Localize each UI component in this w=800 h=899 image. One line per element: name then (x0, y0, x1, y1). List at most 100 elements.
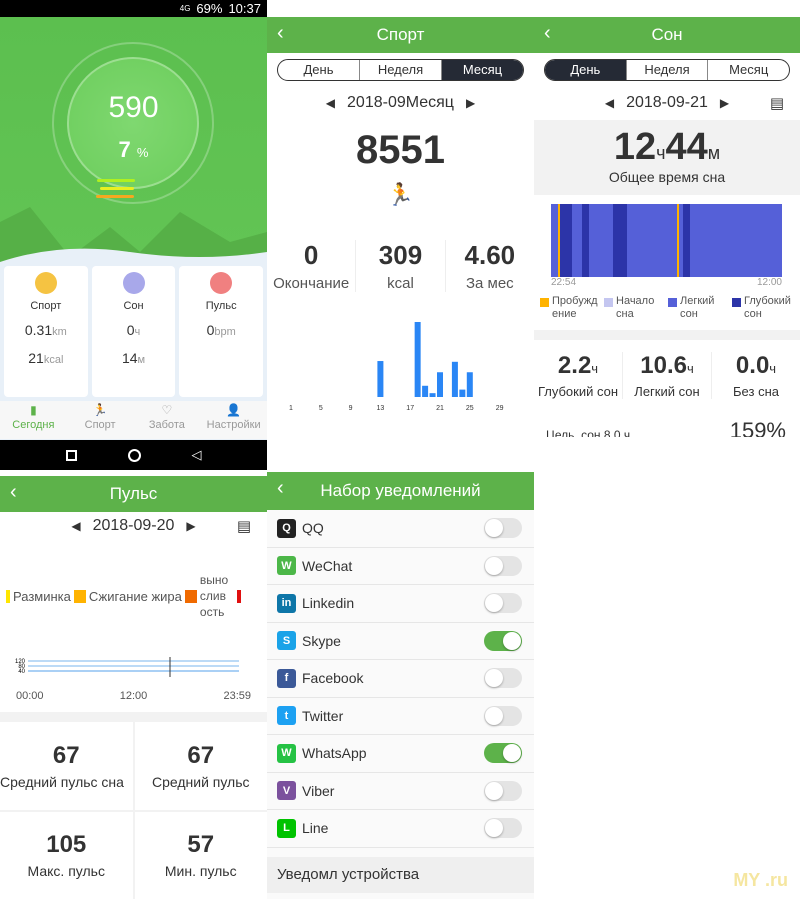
notifications-header: ‹ Набор уведомлений (267, 472, 534, 510)
notification-row-skype: S Skype (267, 622, 534, 660)
sleep-segment-deep (582, 204, 590, 277)
linkedin-icon: in (277, 593, 296, 613)
twitter-icon: t (277, 706, 296, 726)
next-icon[interactable]: ▶ (720, 96, 729, 110)
legend-swatch (668, 298, 677, 307)
back-icon[interactable]: ‹ (277, 477, 284, 500)
x-tick: 00:00 (16, 690, 44, 702)
notification-row-twitter: t Twitter (267, 697, 534, 735)
bar-day-13 (377, 361, 384, 397)
progress-arc (100, 187, 134, 190)
facebook-toggle[interactable] (484, 668, 522, 689)
pulse-screen: ‹ Пульс ◀ 2018-09-20 ▶ ▤ Разминка Сжигание жи… (0, 472, 267, 899)
viber-icon: V (277, 781, 296, 801)
x-tick: 21 (436, 405, 444, 412)
sleep-legend: Пробужд ение Начало сна Легкий сон Глубокий… (540, 295, 796, 321)
card-label: Пульс (205, 300, 237, 312)
skype-toggle[interactable] (484, 630, 522, 651)
next-icon[interactable]: ▶ (466, 96, 475, 110)
nav-item-1[interactable]: 🏃 Спорт (67, 401, 134, 439)
whatsapp-icon: W (277, 743, 296, 763)
line-icon: L (277, 818, 296, 838)
facebook-icon: f (277, 668, 296, 688)
progress-arc (97, 179, 135, 182)
nav-item-0[interactable]: ▮ Сегодня (0, 401, 67, 439)
calendar-icon[interactable]: ▤ (237, 517, 251, 535)
line-toggle[interactable] (484, 818, 522, 839)
wechat-toggle[interactable] (484, 555, 522, 576)
card-2[interactable]: Пульс 0bpm (179, 266, 264, 397)
sleep-timeline (551, 204, 782, 277)
legend-swatch (184, 589, 197, 603)
tab-0[interactable]: День (545, 60, 626, 80)
x-tick: 9 (349, 405, 353, 412)
legend-label: Разминка (13, 588, 71, 604)
prev-icon[interactable]: ◀ (326, 96, 335, 110)
x-tick: 17 (406, 405, 414, 412)
date-selector: ◀ 2018-09-21 ▶ ▤ (604, 94, 784, 112)
twitter-toggle[interactable] (484, 705, 522, 726)
card-label: Спорт (30, 300, 62, 312)
x-tick: 1 (289, 405, 293, 412)
sleep-stat-1: 10.6ч Легкий сон (622, 352, 711, 399)
mountains (0, 207, 267, 262)
notification-row-line: L Line (267, 810, 534, 848)
total-sleep-label: Общее время сна (608, 169, 726, 185)
sleep-segment-deep (613, 204, 628, 277)
sleep-segment-awake (557, 204, 561, 277)
card-0[interactable]: Спорт 0.31km 21kcal (4, 266, 88, 397)
whatsapp-toggle[interactable] (484, 743, 522, 764)
back-icon[interactable]: ‹ (10, 481, 17, 504)
pulse-stats: 67 Средний пульс сна 67 Средний пульс 105 Мак… (0, 722, 267, 899)
tab-0[interactable]: День (278, 60, 359, 80)
legend-item: Начало сна (604, 295, 668, 321)
pulse-x-axis: 00:00 12:00 23:59 (16, 690, 251, 702)
legend-label: Сжигание жира (88, 588, 182, 604)
nav-item-2[interactable]: ♡ Забота (134, 401, 201, 439)
tab-1[interactable]: Неделя (359, 60, 441, 80)
divider (534, 330, 800, 340)
stat-0: 0 Окончание (273, 240, 350, 292)
notification-row-linkedin: in Linkedin (267, 585, 534, 623)
nav-item-3[interactable]: 👤 Настройки (200, 401, 267, 439)
notification-row-wechat: W WeChat (267, 547, 534, 585)
sleep-stats: 2.2ч Глубокий сон 10.6ч Легкий сон 0.0ч Без с… (534, 352, 800, 399)
today-screen: 4G 69% 10:37 590 7 % Спорт 0.31km 21kcal Со… (0, 0, 267, 470)
card-1[interactable]: Сон 0ч 14м (91, 266, 176, 397)
tab-2[interactable]: Месяц (707, 60, 789, 80)
back-icon[interactable]: ‹ (277, 22, 284, 45)
bar-day-23 (451, 361, 458, 397)
pulse-stat-0: 67 Средний пульс сна (0, 722, 133, 810)
sleep-screen: ‹ Сон День Неделя Месяц ◀ 2018-09-21 ▶ ▤ 12ч44… (534, 0, 800, 437)
sleep-goal: Цель. сон 8.0 ч (546, 428, 631, 437)
notifications-screen: ‹ Набор уведомлений Q QQ W WeChat in Linkedin S… (267, 472, 534, 899)
prev-icon[interactable]: ◀ (605, 96, 614, 110)
next-icon[interactable]: ▶ (186, 519, 195, 533)
recents-button[interactable] (65, 449, 77, 461)
divider (0, 712, 267, 722)
legend-swatch (6, 589, 10, 603)
linkedin-toggle[interactable] (484, 593, 522, 614)
stat-2: 4.60 За мес (444, 240, 534, 292)
card-value-1: 0.31km (24, 322, 67, 338)
home-button[interactable] (127, 448, 141, 462)
sleep-segment-deep (682, 204, 690, 277)
back-icon[interactable]: ‹ (544, 22, 551, 45)
tab-1[interactable]: Неделя (625, 60, 708, 80)
back-button[interactable]: ◁ (192, 447, 202, 463)
battery-level: 69% (196, 1, 223, 16)
sleep-stat-0: 2.2ч Глубокий сон (534, 352, 622, 399)
qq-toggle[interactable] (484, 518, 522, 539)
notification-row-whatsapp: W WhatsApp (267, 735, 534, 773)
status-bar: 4G 69% 10:37 (0, 0, 267, 17)
tab-2[interactable]: Месяц (441, 60, 523, 80)
today-cards: Спорт 0.31km 21kcal Сон 0ч 14м Пульс 0bpm (4, 266, 264, 397)
prev-icon[interactable]: ◀ (71, 519, 80, 533)
bottom-nav: ▮ Сегодня 🏃 Спорт ♡ Забота 👤 Настройки (0, 401, 267, 439)
device-notifications-section[interactable]: Уведомл устройства (267, 857, 534, 893)
bar-day-25 (466, 372, 473, 397)
timeline-end: 12:00 (756, 277, 782, 288)
calendar-icon[interactable]: ▤ (770, 94, 784, 112)
stat-value: 2.2ч (557, 352, 599, 379)
viber-toggle[interactable] (484, 780, 522, 801)
